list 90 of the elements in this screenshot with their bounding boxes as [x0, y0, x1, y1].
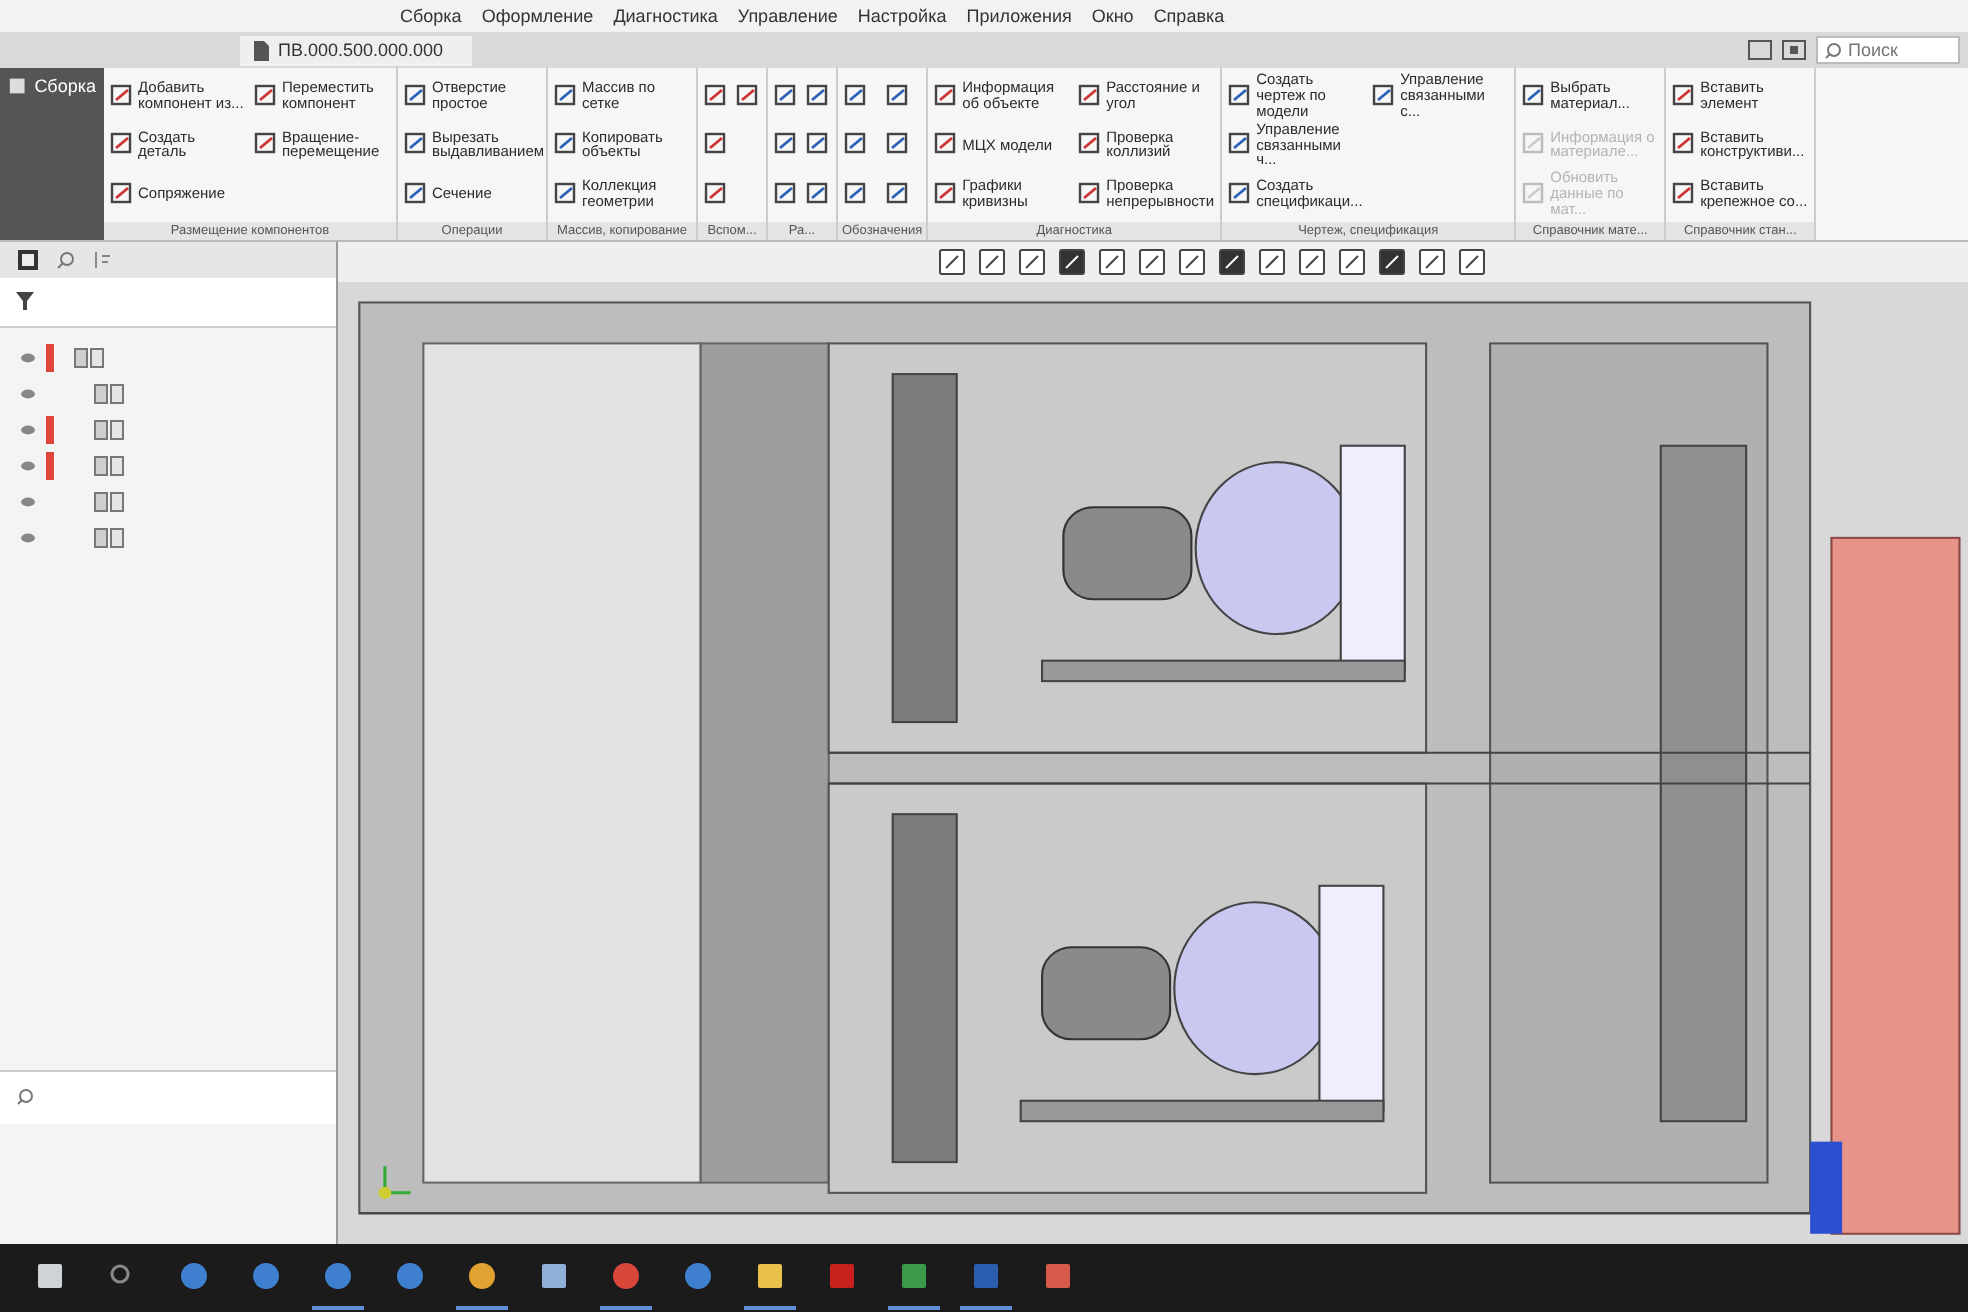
view-tool-icon[interactable] [1138, 248, 1166, 276]
tool-icon [110, 182, 134, 207]
tool-icon [1672, 132, 1697, 157]
tool-icon [254, 83, 278, 108]
tool-icon [886, 83, 911, 108]
tool-icon [806, 132, 830, 157]
sort-icon[interactable] [92, 250, 112, 270]
tool-icon [704, 182, 728, 207]
search-icon[interactable] [56, 250, 76, 270]
tool-icon [806, 182, 830, 207]
view-tool-icon[interactable] [1178, 248, 1206, 276]
eye-icon[interactable] [20, 496, 36, 508]
view-tool-icon[interactable] [938, 248, 966, 276]
tool-icon [554, 182, 578, 207]
view-tool-icon[interactable] [1458, 248, 1486, 276]
part-icon [94, 384, 126, 404]
menu-item[interactable]: Окно [1091, 6, 1134, 26]
view-tool-icon[interactable] [1098, 248, 1126, 276]
menu-item[interactable]: Настройка [857, 6, 947, 26]
part-icon [94, 492, 126, 512]
filter-icon[interactable] [16, 292, 34, 310]
part-icon [94, 420, 126, 440]
tool-icon [1672, 83, 1697, 108]
search-icon [1824, 41, 1842, 59]
eye-icon[interactable] [20, 424, 36, 436]
tool-icon [554, 132, 578, 157]
tool-icon [934, 132, 959, 157]
menu-item[interactable]: Управление [737, 6, 838, 26]
tool-icon [844, 83, 868, 108]
search-field[interactable]: Поиск [1816, 36, 1960, 64]
tool-icon [1522, 132, 1547, 157]
tool-icon [844, 182, 868, 207]
view-tool-icon[interactable] [1258, 248, 1286, 276]
part-icon [94, 528, 126, 548]
tool-icon [806, 83, 830, 108]
tool-icon [1228, 132, 1253, 157]
view-tool-icon[interactable] [1058, 248, 1086, 276]
tool-icon [1078, 83, 1103, 108]
menu-item[interactable]: Сборка [400, 6, 462, 26]
view-tool-icon[interactable] [1218, 248, 1246, 276]
view-tool-icon[interactable] [1018, 248, 1046, 276]
tool-icon [886, 182, 911, 207]
menu-item[interactable]: Приложения [966, 6, 1072, 26]
tool-icon [1522, 182, 1547, 207]
tool-icon [404, 132, 428, 157]
app-icon [466, 1260, 498, 1292]
panel-tab[interactable]: Сборка [0, 68, 104, 240]
tool-icon [774, 132, 798, 157]
menu-item[interactable]: Справка [1153, 6, 1225, 26]
tool-icon [774, 182, 798, 207]
tool-icon [934, 182, 959, 207]
eye-icon[interactable] [20, 388, 36, 400]
tool-icon [404, 83, 428, 108]
tool-icon [1228, 83, 1253, 108]
tool-icon [934, 83, 959, 108]
tool-icon [704, 132, 728, 157]
menu-item[interactable]: Диагностика [613, 6, 718, 26]
tool-icon [1228, 182, 1253, 207]
axis-triad-icon [378, 1164, 413, 1199]
view-tool-icon[interactable] [1338, 248, 1366, 276]
search-icon[interactable] [16, 1088, 34, 1106]
part-icon [74, 348, 106, 368]
tool-icon [254, 132, 278, 157]
tool-icon [554, 83, 578, 108]
tool-icon [774, 83, 798, 108]
tool-icon [1372, 83, 1397, 108]
tool-icon [1078, 182, 1103, 207]
tool-icon [1078, 132, 1103, 157]
eye-icon[interactable] [20, 532, 36, 544]
part-icon [94, 456, 126, 476]
tool-icon [704, 83, 728, 108]
tool-icon [886, 132, 911, 157]
menu-item[interactable]: Оформление [481, 6, 594, 26]
search-input[interactable]: Поиск [1848, 40, 1948, 60]
tool-icon [736, 83, 760, 108]
tool-icon [844, 132, 868, 157]
view-tool-icon[interactable] [1298, 248, 1326, 276]
window-icon[interactable] [1782, 40, 1806, 60]
tool-icon [1672, 182, 1697, 207]
window-restore-icon[interactable] [1748, 40, 1772, 60]
document-tab[interactable]: ПВ.000.500.000.000 [240, 35, 472, 65]
tool-icon [110, 132, 134, 157]
tool-icon [404, 182, 428, 207]
eye-icon[interactable] [20, 460, 36, 472]
view-tool-icon[interactable] [978, 248, 1006, 276]
tool-icon [1522, 83, 1547, 108]
eye-icon[interactable] [20, 352, 36, 364]
view-tool-icon[interactable] [1418, 248, 1446, 276]
tool-icon [110, 83, 134, 108]
view-tool-icon[interactable] [1378, 248, 1406, 276]
